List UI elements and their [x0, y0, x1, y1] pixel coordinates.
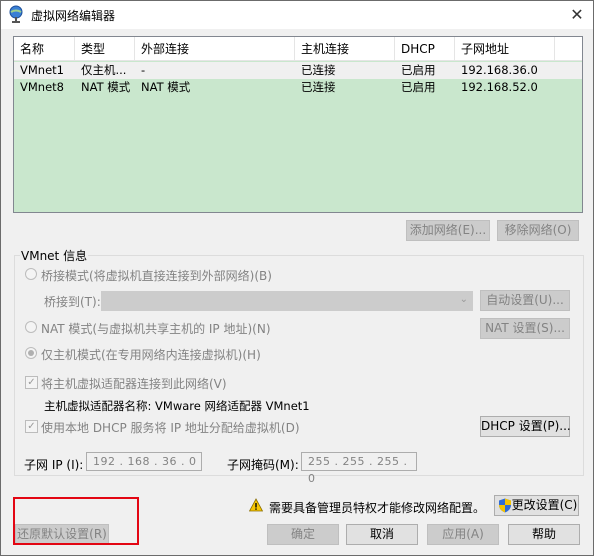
dhcp-settings-button[interactable]: DHCP 设置(P)...	[480, 416, 571, 437]
cell-host: 已连接	[301, 80, 336, 94]
cell-dhcp: 已启用	[401, 63, 436, 77]
bridged-mode-radio[interactable]	[25, 268, 37, 280]
column-header-external[interactable]: 外部连接	[135, 37, 295, 61]
title-bar[interactable]: 虚拟网络编辑器 ✕	[1, 1, 593, 29]
highlight-annotation-box	[13, 497, 139, 545]
bridged-mode-label: 桥接模式(将虚拟机直接连接到外部网络)(B)	[41, 269, 272, 283]
cell-type: NAT 模式	[81, 80, 131, 94]
table-row[interactable]: VMnet1 仅主机... - 已连接 已启用 192.168.36.0	[14, 62, 582, 79]
bridged-to-select[interactable]: ⌄	[101, 291, 473, 311]
auto-settings-button[interactable]: 自动设置(U)...	[480, 290, 570, 311]
table-header: 名称 类型 外部连接 主机连接 DHCP 子网地址	[14, 37, 582, 61]
subnet-mask-field[interactable]: 255 . 255 . 255 . 0	[301, 452, 417, 485]
nat-mode-label: NAT 模式(与虚拟机共享主机的 IP 地址)(N)	[41, 322, 271, 336]
network-table[interactable]: 名称 类型 外部连接 主机连接 DHCP 子网地址 VMnet1 仅主机... …	[13, 36, 583, 213]
change-settings-label: 更改设置(C)	[511, 498, 578, 512]
warning-icon	[249, 498, 263, 512]
bridged-to-label: 桥接到(T):	[44, 295, 101, 309]
cell-external: NAT 模式	[141, 80, 191, 94]
remove-network-button[interactable]: 移除网络(O)	[497, 220, 579, 241]
nat-mode-radio[interactable]	[25, 321, 37, 333]
virtual-network-editor-window: 虚拟网络编辑器 ✕ 名称 类型 外部连接 主机连接 DHCP 子网地址 VMne…	[0, 0, 594, 556]
use-dhcp-checkbox[interactable]: ✓	[25, 420, 38, 433]
nat-settings-button[interactable]: NAT 设置(S)...	[480, 318, 570, 339]
apply-button[interactable]: 应用(A)	[427, 524, 499, 545]
use-dhcp-label: 使用本地 DHCP 服务将 IP 地址分配给虚拟机(D)	[41, 421, 300, 435]
close-icon[interactable]: ✕	[563, 3, 591, 27]
window-title: 虚拟网络编辑器	[31, 9, 116, 23]
subnet-ip-field[interactable]: 192 . 168 . 36 . 0	[86, 452, 202, 471]
vmnet-info-title: VMnet 信息	[20, 247, 89, 264]
network-globe-icon	[9, 5, 23, 23]
admin-notice-text: 需要具备管理员特权才能修改网络配置。	[269, 501, 486, 515]
cell-subnet: 192.168.36.0	[461, 63, 538, 77]
subnet-ip-label: 子网 IP (I):	[24, 458, 84, 472]
host-only-mode-radio[interactable]	[25, 347, 37, 359]
column-header-name[interactable]: 名称	[14, 37, 75, 61]
uac-shield-icon	[499, 498, 511, 513]
cell-host: 已连接	[301, 63, 336, 77]
cell-name: VMnet1	[20, 63, 64, 77]
column-header-subnet[interactable]: 子网地址	[455, 37, 555, 61]
help-button[interactable]: 帮助	[508, 524, 580, 545]
column-header-host[interactable]: 主机连接	[295, 37, 395, 61]
cell-dhcp: 已启用	[401, 80, 436, 94]
column-header-type[interactable]: 类型	[75, 37, 135, 61]
change-settings-button[interactable]: 更改设置(C)	[494, 495, 579, 516]
cell-name: VMnet8	[20, 80, 64, 94]
cell-external: -	[141, 63, 146, 77]
ok-button[interactable]: 确定	[267, 524, 339, 545]
subnet-mask-label: 子网掩码(M):	[227, 458, 299, 472]
cell-subnet: 192.168.52.0	[461, 80, 538, 94]
adapter-name-text: 主机虚拟适配器名称: VMware 网络适配器 VMnet1	[44, 399, 310, 413]
cell-type: 仅主机...	[81, 63, 127, 77]
chevron-down-icon: ⌄	[459, 294, 468, 305]
add-network-button[interactable]: 添加网络(E)...	[406, 220, 490, 241]
column-header-dhcp[interactable]: DHCP	[395, 37, 455, 61]
cancel-button[interactable]: 取消	[346, 524, 418, 545]
host-only-mode-label: 仅主机模式(在专用网络内连接虚拟机)(H)	[41, 348, 261, 362]
table-row[interactable]: VMnet8 NAT 模式 NAT 模式 已连接 已启用 192.168.52.…	[14, 79, 582, 96]
connect-adapter-label: 将主机虚拟适配器连接到此网络(V)	[41, 377, 227, 391]
connect-adapter-checkbox[interactable]: ✓	[25, 376, 38, 389]
vmnet-info-group	[14, 255, 584, 476]
